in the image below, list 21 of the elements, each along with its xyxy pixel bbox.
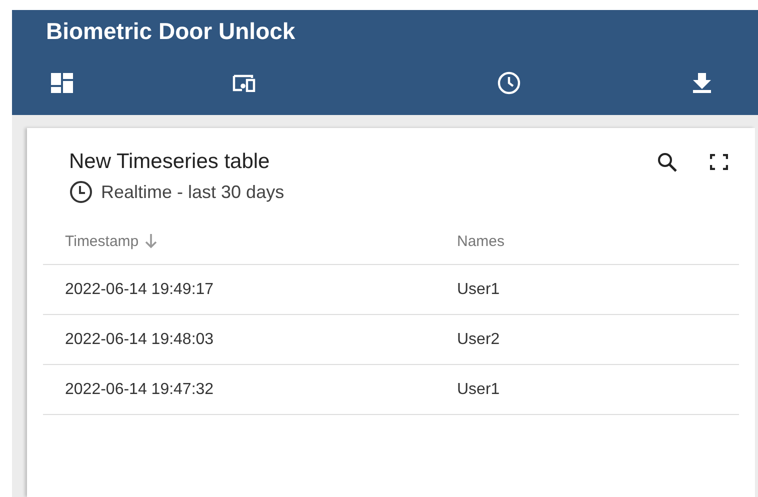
table-cell: User1 xyxy=(435,264,739,314)
table-cell: 2022-06-14 19:49:17 xyxy=(43,264,435,314)
table-cell: User1 xyxy=(435,364,739,414)
column-header[interactable]: Timestamp xyxy=(43,218,435,264)
table-cell: 2022-06-14 19:48:03 xyxy=(43,314,435,364)
dashboard-icon xyxy=(51,73,73,93)
download-icon xyxy=(693,73,711,93)
dashboard-title: Biometric Door Unlock xyxy=(46,18,296,45)
column-label: Names xyxy=(457,232,505,250)
search-icon xyxy=(657,152,677,172)
search-button[interactable] xyxy=(655,150,679,174)
clock-icon xyxy=(497,71,521,95)
clock-icon xyxy=(69,180,93,204)
widget-title: New Timeseries table xyxy=(69,150,271,174)
table-cell: User2 xyxy=(435,314,739,364)
fullscreen-icon xyxy=(710,154,728,170)
timewindow-label: Realtime - last 30 days xyxy=(101,182,284,202)
devices-icon xyxy=(232,74,256,92)
column-label: Timestamp xyxy=(65,232,139,250)
table-cell: 2022-06-14 19:47:32 xyxy=(43,364,435,414)
column-header[interactable]: Names xyxy=(435,218,739,264)
